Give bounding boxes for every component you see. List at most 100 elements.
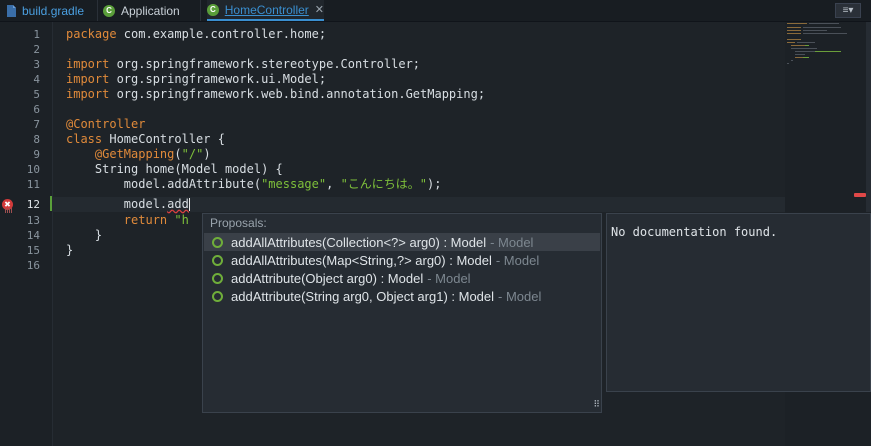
code-text: ( (174, 147, 182, 161)
code-text: org.springframework.ui.Model; (109, 72, 327, 86)
line-number: 10 (26, 163, 40, 176)
minimap-line (803, 30, 827, 31)
minimap-line (809, 23, 839, 24)
tab-label: build.gradle (22, 3, 85, 18)
public-method-icon (212, 290, 223, 302)
proposal-label: addAttribute(String arg0, Object arg1) :… (231, 288, 495, 304)
minimap-line (815, 51, 841, 52)
proposal-item[interactable]: addAttribute(Object arg0) : Model - Mode… (204, 269, 600, 287)
keyword: class (66, 132, 103, 146)
code-text: model. (66, 197, 168, 211)
code-line-11: model.addAttribute("message", "こんにちは。"); (66, 177, 442, 192)
code-line-15: } (66, 243, 73, 258)
annotation: @GetMapping (94, 147, 175, 161)
minimap-line (787, 27, 801, 28)
code-line-7: @Controller (66, 117, 145, 132)
error-token: add (167, 197, 189, 211)
code-line-8: class HomeController { (66, 132, 225, 147)
line-number: 16 (26, 259, 40, 272)
minimap-line (791, 48, 817, 49)
minimap-line (787, 63, 789, 64)
minimap-line (795, 54, 805, 55)
minimap-line (805, 45, 809, 46)
minimap-line (797, 42, 815, 43)
tab-homecontroller[interactable]: C HomeController ✕ (207, 0, 324, 21)
tab-build-gradle[interactable]: build.gradle (6, 0, 98, 21)
tab-application[interactable]: C Application (103, 0, 201, 21)
line-number-current: 12 (26, 198, 40, 211)
annotation: @Controller (66, 117, 146, 131)
code-text: com.example.controller.home; (116, 27, 327, 41)
keyword: package (66, 27, 117, 41)
documentation-popup: No documentation found. (606, 213, 871, 392)
proposal-item[interactable]: addAttribute(String arg0, Object arg1) :… (204, 287, 600, 305)
code-line-13: return "h (66, 213, 189, 228)
string-literal: "/" (181, 147, 204, 161)
line-number-gutter: 1 2 3 4 5 6 7 8 9 10 11 12 13 14 15 16 (0, 22, 53, 446)
code-line-14: } (66, 228, 102, 243)
error-overview-marker[interactable] (854, 193, 866, 197)
code-text: } (66, 243, 74, 257)
minimap-line (803, 27, 841, 28)
code-line-1: package com.example.controller.home; (66, 27, 326, 42)
code-text: org.springframework.stereotype.Controlle… (109, 57, 421, 71)
proposal-type: - Model (490, 234, 534, 250)
code-text: , (326, 177, 341, 191)
proposal-label: addAllAttributes(Collection<?> arg0) : M… (231, 234, 487, 250)
minimap-line (787, 39, 801, 40)
minimap-line (795, 57, 803, 58)
code-text: ) (203, 147, 211, 161)
code-line-5: import org.springframework.web.bind.anno… (66, 87, 485, 102)
tab-label: HomeController (224, 2, 309, 17)
keyword: import (66, 87, 110, 101)
java-class-icon: C (207, 3, 219, 16)
code-text: } (66, 228, 103, 242)
line-number: 14 (26, 229, 40, 242)
proposal-item[interactable]: addAllAttributes(Map<String,?> arg0) : M… (204, 251, 600, 269)
minimap-line (787, 30, 801, 31)
line-number: 9 (33, 148, 40, 161)
line-number: 7 (33, 118, 40, 131)
code-line-10: String home(Model model) { (66, 162, 283, 177)
minimap-line (791, 45, 805, 46)
public-method-icon (212, 254, 223, 266)
line-number: 5 (33, 88, 40, 101)
line-number: 4 (33, 73, 40, 86)
proposals-title: Proposals: (210, 216, 267, 230)
resize-grip-icon[interactable]: ⠿ (593, 399, 600, 410)
minimap-line (803, 33, 847, 34)
keyword: import (66, 72, 110, 86)
tab-label: Application (121, 3, 180, 18)
proposal-item[interactable]: addAllAttributes(Collection<?> arg0) : M… (204, 233, 600, 251)
code-text: model.addAttribute( (66, 177, 262, 191)
java-class-icon: C (103, 4, 115, 17)
code-text: HomeController { (102, 132, 225, 146)
line-number: 1 (33, 28, 40, 41)
line-number: 6 (33, 103, 40, 116)
minimap-line (787, 42, 795, 43)
line-number: 11 (26, 178, 40, 191)
proposal-type: - Model (498, 288, 542, 304)
public-method-icon (212, 236, 223, 248)
code-line-4: import org.springframework.ui.Model; (66, 72, 326, 87)
text-caret (188, 198, 190, 211)
minimap-line (791, 60, 793, 61)
string-literal: "message" (261, 177, 327, 191)
proposal-label: addAttribute(Object arg0) : Model (231, 270, 424, 286)
keyword: return (123, 213, 168, 227)
string-literal: "h (167, 213, 189, 227)
proposal-label: addAllAttributes(Map<String,?> arg0) : M… (231, 252, 492, 268)
close-icon[interactable]: ✕ (315, 3, 324, 16)
line-number: 3 (33, 58, 40, 71)
documentation-text: No documentation found. (611, 225, 778, 239)
vertical-scrollbar[interactable] (866, 22, 871, 212)
public-method-icon (212, 272, 223, 284)
line-number: 8 (33, 133, 40, 146)
content-assist-popup: Proposals: addAllAttributes(Collection<?… (202, 213, 602, 413)
code-text: String home(Model model) { (66, 162, 283, 176)
minimap-line (795, 51, 815, 52)
tab-overflow-menu-button[interactable]: ≡▾ (835, 3, 861, 18)
string-literal: "こんにちは。" (340, 177, 428, 191)
